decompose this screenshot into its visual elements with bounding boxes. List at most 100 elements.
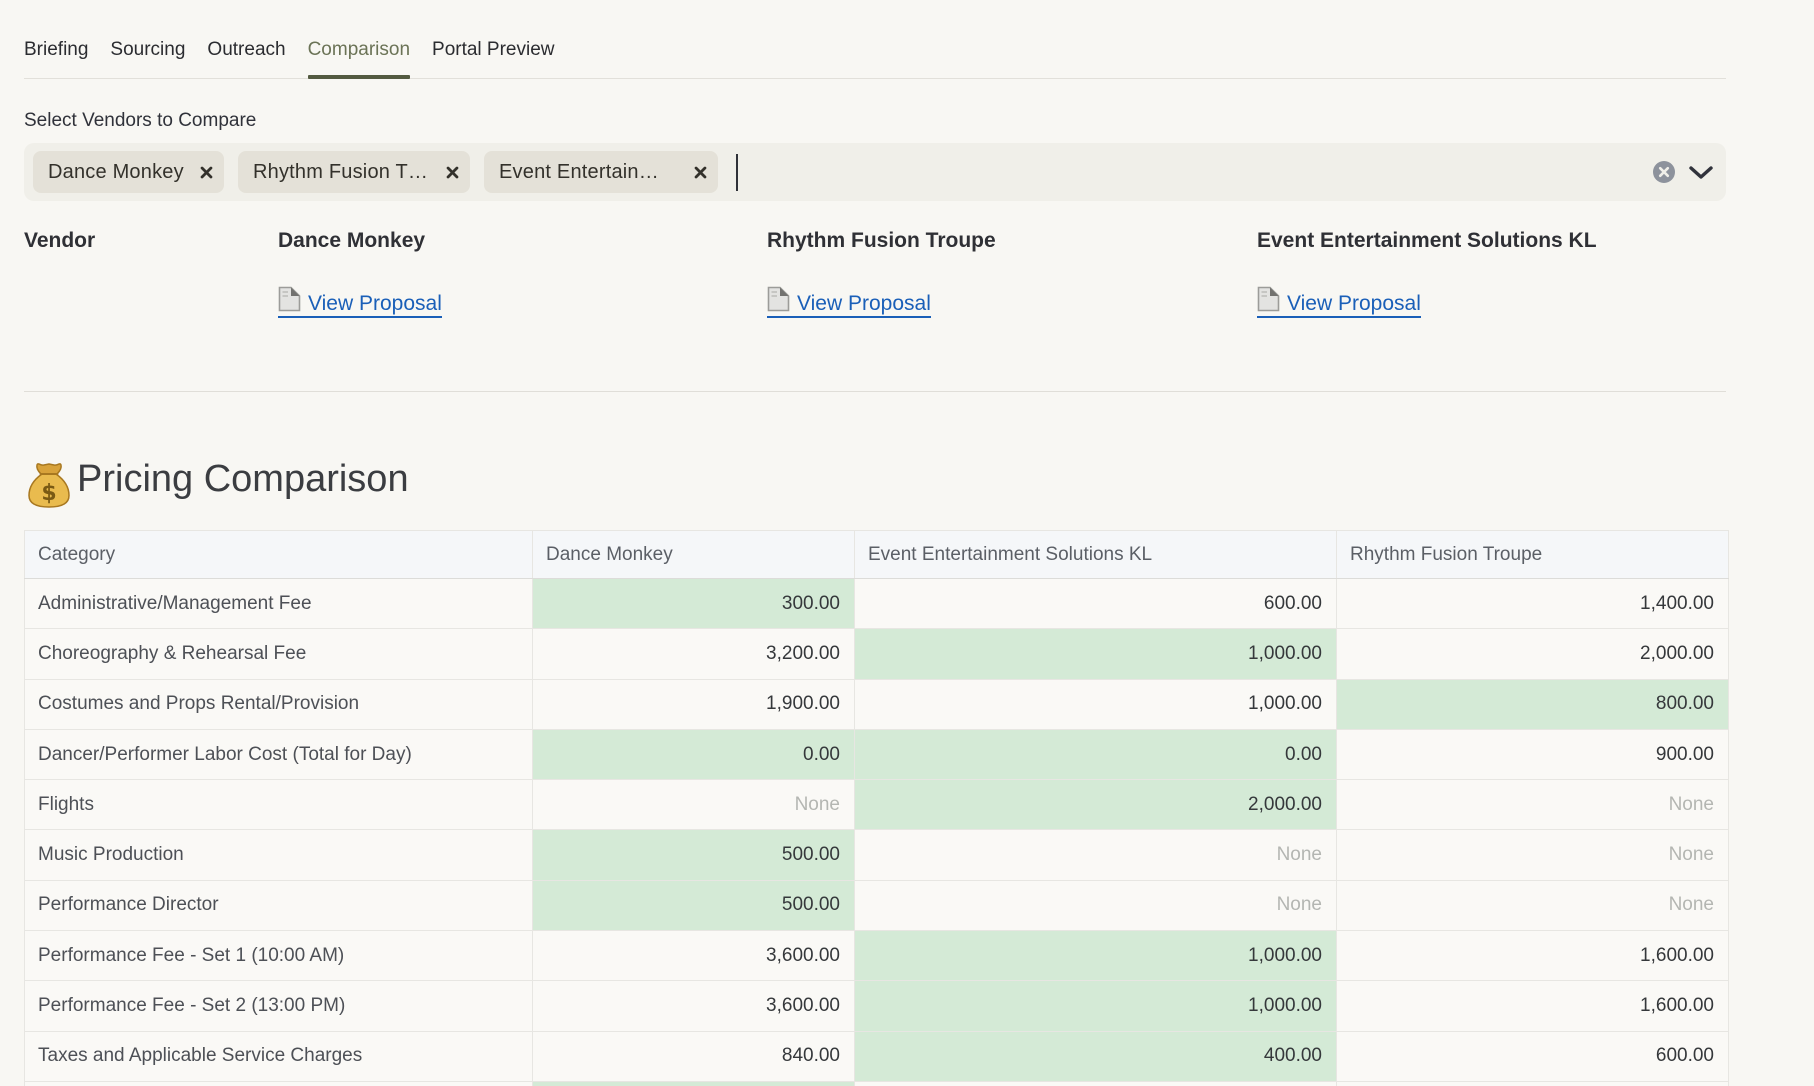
- view-proposal-link[interactable]: View Proposal: [278, 286, 442, 318]
- category-cell: Administrative/Management Fee: [25, 579, 533, 629]
- category-cell: Dancer/Performer Labor Cost (Total for D…: [25, 729, 533, 779]
- money-bag-icon: $: [28, 462, 70, 513]
- view-proposal-link[interactable]: View Proposal: [1257, 286, 1421, 318]
- value-cell: 1,600.00: [1337, 981, 1729, 1031]
- value-cell: 3,600.00: [533, 931, 855, 981]
- selected-vendor-tags: Dance Monkey Rhythm Fusion T… Event Entert…: [33, 151, 718, 193]
- document-icon: [767, 286, 790, 316]
- vendor-column: Rhythm Fusion Troupe View Proposal: [767, 229, 1236, 321]
- value-cell: [533, 1081, 855, 1086]
- table-row: FlightsNone2,000.00None: [25, 780, 1729, 830]
- category-cell: Flights: [25, 780, 533, 830]
- value-cell: 2,000.00: [855, 780, 1337, 830]
- value-cell: 3,200.00: [533, 629, 855, 679]
- vendor-row-heading: Vendor: [24, 229, 258, 253]
- table-row: Administrative/Management Fee300.00600.0…: [25, 579, 1729, 629]
- table-row: Music Production500.00NoneNone: [25, 830, 1729, 880]
- category-cell: [25, 1081, 533, 1086]
- view-proposal-label: View Proposal: [797, 292, 931, 316]
- category-cell: Performance Director: [25, 880, 533, 930]
- table-row: Performance Fee - Set 2 (13:00 PM)3,600.…: [25, 981, 1729, 1031]
- clear-all-icon[interactable]: [1651, 159, 1677, 185]
- value-cell: 0.00: [855, 729, 1337, 779]
- value-cell: 900.00: [1337, 729, 1729, 779]
- category-cell: Performance Fee - Set 1 (10:00 AM): [25, 931, 533, 981]
- column-header: Dance Monkey: [533, 531, 855, 579]
- value-cell: 300.00: [533, 579, 855, 629]
- tab-portal-preview[interactable]: Portal Preview: [432, 38, 555, 78]
- category-cell: Performance Fee - Set 2 (13:00 PM): [25, 981, 533, 1031]
- value-cell: 840.00: [533, 1031, 855, 1081]
- vendor-name: Rhythm Fusion Troupe: [767, 229, 1236, 253]
- table-row: Performance Fee - Set 1 (10:00 AM)3,600.…: [25, 931, 1729, 981]
- tab-bar: Briefing Sourcing Outreach Comparison Portal…: [24, 0, 1726, 79]
- value-cell: None: [1337, 780, 1729, 830]
- tab-outreach[interactable]: Outreach: [207, 38, 285, 78]
- category-cell: Choreography & Rehearsal Fee: [25, 629, 533, 679]
- view-proposal-link[interactable]: View Proposal: [767, 286, 931, 318]
- value-cell: 0.00: [533, 729, 855, 779]
- value-cell: None: [1337, 880, 1729, 930]
- app: Briefing Sourcing Outreach Comparison Portal…: [0, 0, 1814, 1086]
- page-title: Pricing Comparison: [77, 454, 409, 504]
- vendor-multiselect[interactable]: Dance Monkey Rhythm Fusion T… Event Entert…: [24, 143, 1726, 201]
- column-header: Rhythm Fusion Troupe: [1337, 531, 1729, 579]
- divider: [24, 391, 1726, 392]
- value-cell: 800.00: [1337, 679, 1729, 729]
- vendor-tag-label: Event Entertain…: [499, 161, 679, 184]
- text-cursor: [736, 154, 738, 191]
- vendor-tag[interactable]: Event Entertain…: [484, 151, 718, 193]
- value-cell: 500.00: [533, 880, 855, 930]
- category-cell: Music Production: [25, 830, 533, 880]
- vendor-heading-column: Vendor: [24, 229, 258, 253]
- value-cell: 600.00: [1337, 1031, 1729, 1081]
- column-header: Event Entertainment Solutions KL: [855, 531, 1337, 579]
- x-icon[interactable]: [446, 166, 459, 179]
- category-cell: Taxes and Applicable Service Charges: [25, 1031, 533, 1081]
- pricing-table-grid: CategoryDance MonkeyEvent Entertainment …: [24, 530, 1729, 1086]
- value-cell: None: [533, 780, 855, 830]
- table-row: Costumes and Props Rental/Provision1,900…: [25, 679, 1729, 729]
- view-proposal-label: View Proposal: [308, 292, 442, 316]
- section-title-row: $ Pricing Comparison: [28, 454, 409, 513]
- vendor-column: Dance Monkey View Proposal: [278, 229, 747, 321]
- table-row: Taxes and Applicable Service Charges840.…: [25, 1031, 1729, 1081]
- value-cell: 2,000.00: [1337, 629, 1729, 679]
- value-cell: 1,000.00: [855, 981, 1337, 1031]
- pricing-table: CategoryDance MonkeyEvent Entertainment …: [24, 530, 1728, 1086]
- tab-comparison[interactable]: Comparison: [308, 38, 410, 78]
- value-cell: 1,600.00: [1337, 931, 1729, 981]
- x-icon[interactable]: [200, 166, 213, 179]
- vendor-tag[interactable]: Rhythm Fusion T…: [238, 151, 470, 193]
- vendor-tag-label: Dance Monkey: [48, 161, 185, 184]
- value-cell: 1,400.00: [1337, 579, 1729, 629]
- document-icon: [1257, 286, 1280, 316]
- value-cell: None: [855, 830, 1337, 880]
- value-cell: [855, 1081, 1337, 1086]
- value-cell: None: [1337, 830, 1729, 880]
- table-row: Dancer/Performer Labor Cost (Total for D…: [25, 729, 1729, 779]
- value-cell: 3,600.00: [533, 981, 855, 1031]
- value-cell: 1,000.00: [855, 679, 1337, 729]
- column-header: Category: [25, 531, 533, 579]
- table-row: Performance Director500.00NoneNone: [25, 880, 1729, 930]
- value-cell: 1,900.00: [533, 679, 855, 729]
- x-icon[interactable]: [694, 166, 707, 179]
- document-icon: [278, 286, 301, 316]
- vendor-name: Event Entertainment Solutions KL: [1257, 229, 1726, 253]
- vendor-tag-label: Rhythm Fusion T…: [253, 161, 431, 184]
- vendor-name: Dance Monkey: [278, 229, 747, 253]
- table-row: [25, 1081, 1729, 1086]
- view-proposal-label: View Proposal: [1287, 292, 1421, 316]
- vendor-select-label: Select Vendors to Compare: [24, 110, 256, 132]
- tab-sourcing[interactable]: Sourcing: [110, 38, 185, 78]
- value-cell: 1,000.00: [855, 629, 1337, 679]
- table-row: Choreography & Rehearsal Fee3,200.001,00…: [25, 629, 1729, 679]
- value-cell: 600.00: [855, 579, 1337, 629]
- svg-text:$: $: [41, 481, 56, 506]
- value-cell: None: [855, 880, 1337, 930]
- chevron-down-icon[interactable]: [1688, 165, 1714, 186]
- value-cell: [1337, 1081, 1729, 1086]
- vendor-tag[interactable]: Dance Monkey: [33, 151, 224, 193]
- tab-briefing[interactable]: Briefing: [24, 38, 88, 78]
